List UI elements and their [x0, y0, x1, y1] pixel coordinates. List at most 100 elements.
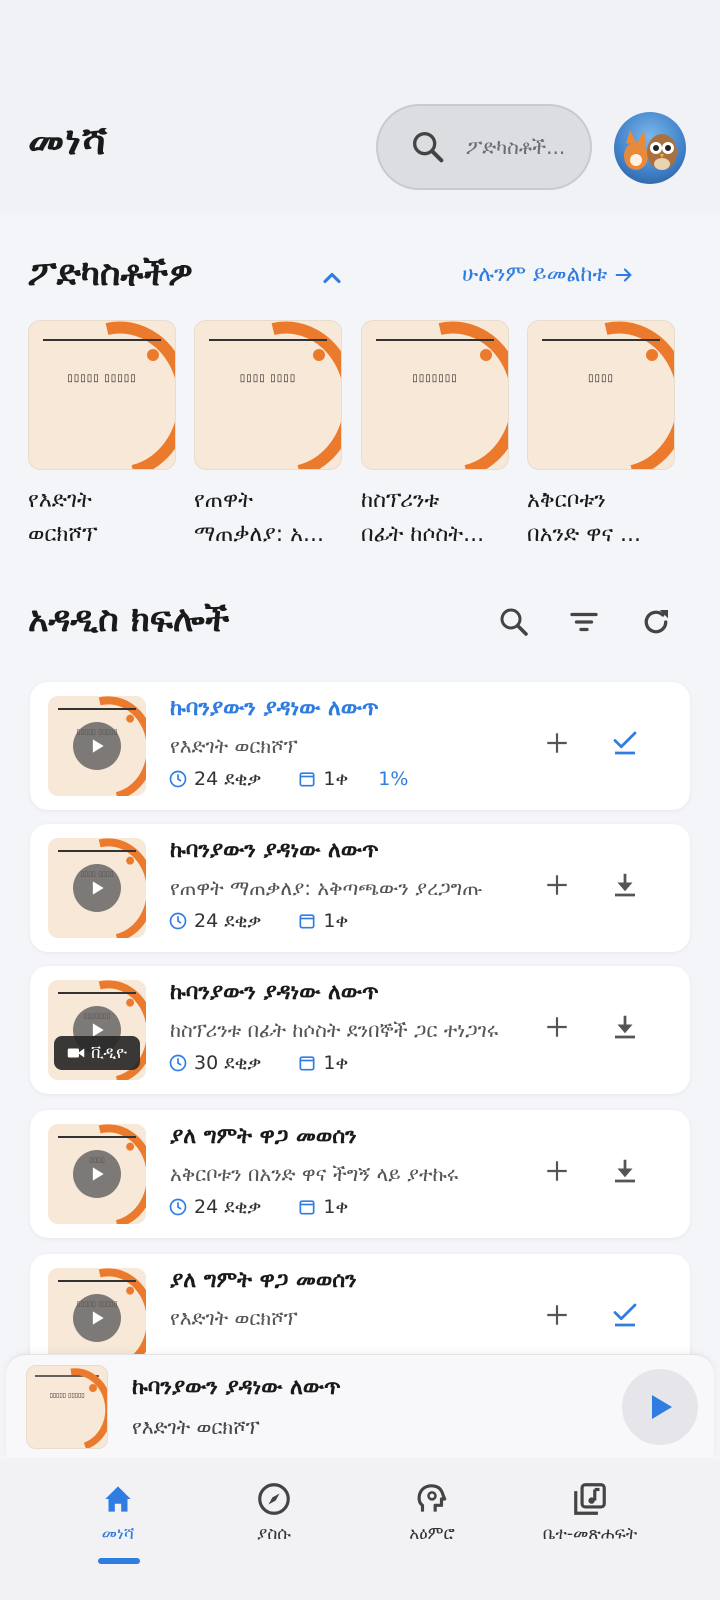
download-icon[interactable]	[610, 870, 640, 900]
cover-rule	[58, 850, 136, 852]
add-icon[interactable]	[544, 1302, 570, 1328]
play-icon	[92, 739, 104, 753]
episode-cover: ▯▯▯▯ ▯▯▯▯	[48, 838, 146, 938]
video-badge-label: ቪዲዮ	[90, 1043, 128, 1062]
episode-age: 1ቀ	[323, 1052, 349, 1074]
cover-rule	[58, 992, 136, 994]
refresh-icon[interactable]	[638, 604, 674, 640]
episode-card[interactable]: ▯▯▯▯ ያለ ግምት ዋጋ መወሰን አቅርቦቱን በአንድ ዋና ችግኝ ላይ …	[30, 1110, 690, 1238]
podcast-card[interactable]: ▯▯▯▯ ▯▯▯▯ የጠዋት ማጠቃለያ: አ...	[194, 320, 342, 552]
podcast-card[interactable]: ▯▯▯▯ አቅርቦቱን በአንድ ዋና ...	[527, 320, 675, 552]
cover-rule	[58, 708, 136, 710]
add-icon[interactable]	[544, 1158, 570, 1184]
nav-item-brain-head[interactable]: አዕምሮ	[352, 1480, 512, 1544]
podcast-card[interactable]: ▯▯▯▯▯▯▯ ከስፕሪንቱ በፊት ከሶስት...	[361, 320, 509, 552]
episode-duration: 24 ደቂቃ	[194, 1196, 262, 1218]
podcasts-section-title: ፖድካስቶችዎ	[28, 254, 193, 294]
mini-player[interactable]: ▯▯▯▯▯ ▯▯▯▯▯ ኩባንያውን ያዳነው ለውጥ የእድገት ወርክሾፕ	[6, 1354, 714, 1458]
podcast-card[interactable]: ▯▯▯▯▯ ▯▯▯▯▯ የእድገት ወርክሾፕ	[28, 320, 176, 552]
home-icon	[105, 1486, 131, 1512]
episode-duration: 24 ደቂቃ	[194, 768, 262, 790]
chevron-up-icon[interactable]	[318, 264, 346, 292]
bottom-navigation: መነሻ ያስሱ አዕምሮ ቤተ-መጽሐፍት	[0, 1460, 720, 1600]
add-icon[interactable]	[544, 730, 570, 756]
episode-card[interactable]: ▯▯▯▯▯ ▯▯▯▯▯ ኩባንያውን ያዳነው ለውጥ የእድገት ወርክሾፕ 24 …	[30, 682, 690, 810]
avatar[interactable]	[614, 112, 686, 184]
search-bar[interactable]: ፖድካስቶች...	[376, 104, 592, 190]
episode-age: 1ቀ	[323, 1196, 349, 1218]
cover-rule	[209, 339, 327, 341]
cover-rule	[58, 1136, 136, 1138]
podcast-cover-title: ▯▯▯▯ ▯▯▯▯	[239, 373, 297, 384]
episode-cover: ▯▯▯▯▯ ▯▯▯▯▯	[48, 696, 146, 796]
episode-play-button[interactable]	[73, 864, 121, 912]
brain-head-icon	[417, 1484, 447, 1512]
cover-arc-graphic	[604, 321, 674, 469]
nav-item-label: ቤተ-መጽሐፍት	[542, 1524, 638, 1544]
episode-duration: 30 ደቂቃ	[194, 1052, 262, 1074]
episode-play-button[interactable]	[73, 1150, 121, 1198]
downloaded-check-icon[interactable]	[610, 728, 640, 758]
podcast-cover-title: ▯▯▯▯▯▯▯	[412, 373, 458, 384]
clock-icon	[169, 1198, 187, 1216]
nav-item-label: አዕምሮ	[409, 1524, 455, 1544]
clock-icon	[169, 1054, 187, 1072]
nav-item-compass[interactable]: ያስሱ	[194, 1480, 354, 1544]
avatar-illustration	[624, 130, 677, 170]
search-icon[interactable]	[496, 604, 532, 640]
episodes-section-title: አዳዲስ ክፍሎች	[28, 600, 230, 640]
library-music-icon	[574, 1483, 606, 1515]
search-icon	[413, 132, 444, 163]
mini-player-title: ኩባንያውን ያዳነው ለውጥ	[132, 1375, 341, 1400]
episode-cover: ▯▯▯▯	[48, 1124, 146, 1224]
search-placeholder: ፖድካስቶች...	[466, 135, 566, 159]
clock-icon	[169, 770, 187, 788]
cover-arc-graphic	[438, 321, 508, 469]
app-header: መነሻ ፖድካስቶች...	[0, 0, 720, 215]
podcast-name: የእድገት ወርክሾፕ	[28, 488, 98, 547]
see-all-link[interactable]: ሁሉንም ይመልከቱ	[462, 262, 635, 287]
arrow-right-icon	[616, 267, 632, 282]
add-icon[interactable]	[544, 872, 570, 898]
podcast-cover-title: ▯▯▯▯	[587, 373, 614, 384]
podcast-cover-title: ▯▯▯▯▯ ▯▯▯▯▯	[67, 373, 137, 384]
downloaded-check-icon[interactable]	[610, 1300, 640, 1330]
mini-player-play-button[interactable]	[622, 1369, 698, 1445]
see-all-label: ሁሉንም ይመልከቱ	[462, 262, 608, 287]
podcast-name: ከስፕሪንቱ በፊት ከሶስት...	[361, 488, 485, 547]
calendar-icon	[299, 1056, 315, 1071]
nav-item-label: ያስሱ	[257, 1524, 291, 1544]
episode-cover: ▯▯▯▯▯ ▯▯▯▯▯	[48, 1268, 146, 1368]
podcast-cover: ▯▯▯▯▯▯▯	[361, 320, 509, 470]
nav-active-indicator	[98, 1558, 140, 1564]
episode-card[interactable]: ▯▯▯▯ ▯▯▯▯ ኩባንያውን ያዳነው ለውጥ የጠዋት ማጠቃለያ: አቅጣጫ…	[30, 824, 690, 952]
episode-card[interactable]: ▯▯▯▯▯▯▯ቪዲዮኩባንያውን ያዳነው ለውጥከስፕሪንቱ በፊት ከሶስት…	[30, 966, 690, 1094]
episode-show-name: የእድገት ወርክሾፕ	[170, 734, 298, 758]
episode-age: 1ቀ	[323, 910, 349, 932]
nav-item-home[interactable]: መነሻ	[38, 1480, 198, 1544]
episode-play-button[interactable]	[73, 1294, 121, 1342]
episode-title: ያለ ግምት ዋጋ መወሰን	[170, 1124, 357, 1149]
play-icon	[652, 1395, 672, 1419]
download-icon[interactable]	[610, 1156, 640, 1186]
episode-title: ኩባንያውን ያዳነው ለውጥ	[170, 696, 379, 721]
episode-title: ያለ ግምት ዋጋ መወሰን	[170, 1268, 357, 1293]
nav-item-library-music[interactable]: ቤተ-መጽሐፍት	[510, 1480, 670, 1544]
filter-icon[interactable]	[566, 604, 602, 640]
episode-show-name: የእድገት ወርክሾፕ	[170, 1306, 298, 1330]
cover-arc-graphic	[271, 321, 341, 469]
add-icon[interactable]	[544, 1014, 570, 1040]
play-icon	[92, 1167, 104, 1181]
episode-play-button[interactable]	[73, 722, 121, 770]
podcast-name: የጠዋት ማጠቃለያ: አ...	[194, 488, 325, 547]
episode-progress: 1%	[378, 768, 409, 790]
cover-rule	[542, 339, 660, 341]
episode-meta: 30 ደቂቃ 1ቀ	[168, 1052, 348, 1074]
podcast-cover: ▯▯▯▯ ▯▯▯▯	[194, 320, 342, 470]
calendar-icon	[299, 914, 315, 929]
episode-meta: 24 ደቂቃ 1ቀ 1%	[168, 768, 408, 790]
clock-icon	[169, 912, 187, 930]
download-icon[interactable]	[610, 1012, 640, 1042]
mini-player-show: የእድገት ወርክሾፕ	[132, 1415, 260, 1439]
episode-title: ኩባንያውን ያዳነው ለውጥ	[170, 838, 379, 863]
